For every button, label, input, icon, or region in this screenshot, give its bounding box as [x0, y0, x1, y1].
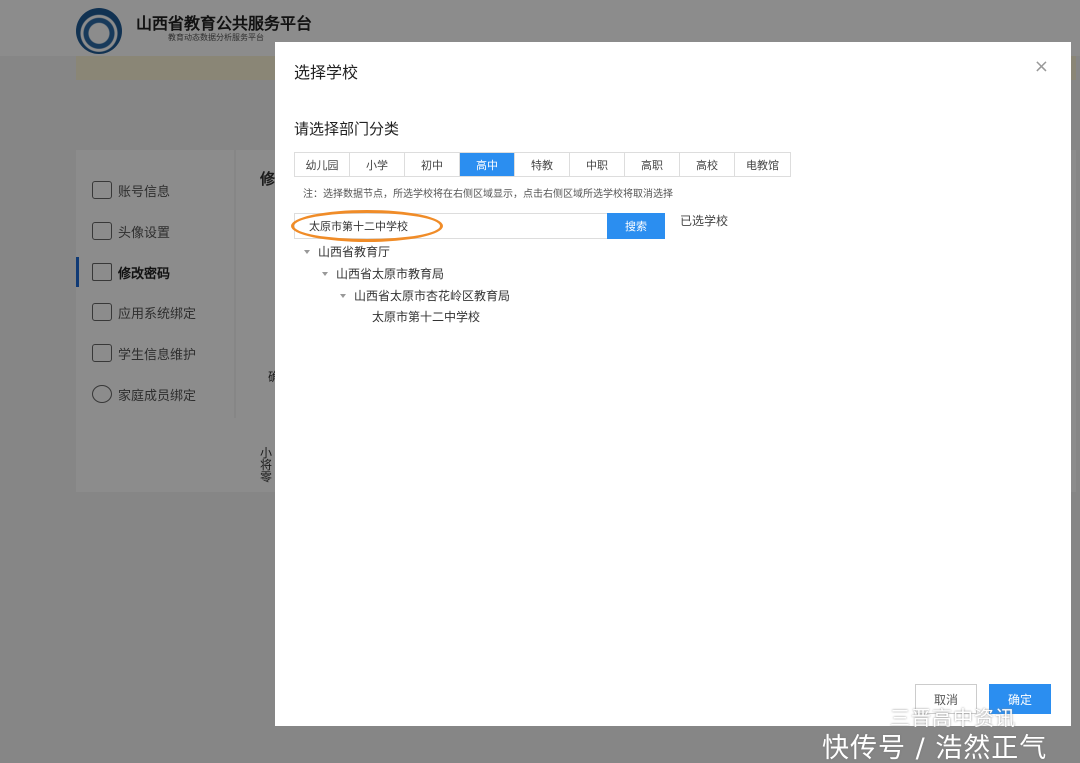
watermark-line2: 快传号 / 浩然正气 — [822, 733, 1048, 763]
tab-senior-high[interactable]: 高中 — [460, 153, 515, 176]
search-button[interactable]: 搜索 — [607, 213, 665, 239]
tab-special-ed[interactable]: 特教 — [515, 153, 570, 176]
tab-kindergarten[interactable]: 幼儿园 — [295, 153, 350, 176]
selected-schools-label: 已选学校 — [680, 214, 729, 228]
tab-vocational[interactable]: 中职 — [570, 153, 625, 176]
school-search-input[interactable] — [294, 213, 607, 239]
category-section-title: 请选择部门分类 — [294, 120, 400, 138]
dialog-title: 选择学校 — [294, 63, 359, 82]
tree-node-taiyuan-education-bureau[interactable]: 山西省太原市教育局 — [322, 265, 444, 282]
tree-node-province-education-dept[interactable]: 山西省教育厅 — [304, 243, 390, 260]
caret-down-icon — [322, 271, 328, 276]
tree-node-label: 太原市第十二中学校 — [372, 310, 481, 324]
tree-node-xinghualing-education-bureau[interactable]: 山西省太原市杏花岭区教育局 — [340, 287, 510, 304]
category-tabs: 幼儿园 小学 初中 高中 特教 中职 高职 高校 电教馆 — [294, 152, 791, 177]
tab-higher-vocational[interactable]: 高职 — [625, 153, 680, 176]
tab-education-tech-center[interactable]: 电教馆 — [735, 153, 790, 176]
tree-node-label: 山西省太原市杏花岭区教育局 — [354, 289, 511, 303]
school-search: 搜索 — [294, 213, 665, 239]
selection-note: 注：选择数据节点，所选学校将在右侧区域显示，点击右侧区域所选学校将取消选择 — [303, 189, 673, 200]
select-school-dialog: 选择学校 × 请选择部门分类 幼儿园 小学 初中 高中 特教 中职 高职 高校 … — [275, 42, 1071, 726]
tab-primary[interactable]: 小学 — [350, 153, 405, 176]
tab-junior-high[interactable]: 初中 — [405, 153, 460, 176]
wechat-icon — [845, 705, 877, 726]
caret-down-icon — [340, 293, 346, 298]
tab-university[interactable]: 高校 — [680, 153, 735, 176]
tree-node-label: 山西省太原市教育局 — [336, 267, 445, 281]
caret-down-icon — [304, 249, 310, 254]
tree-node-label: 山西省教育厅 — [318, 245, 391, 259]
close-icon[interactable]: × — [1034, 56, 1049, 77]
tree-node-school[interactable]: 太原市第十二中学校 — [372, 308, 480, 325]
